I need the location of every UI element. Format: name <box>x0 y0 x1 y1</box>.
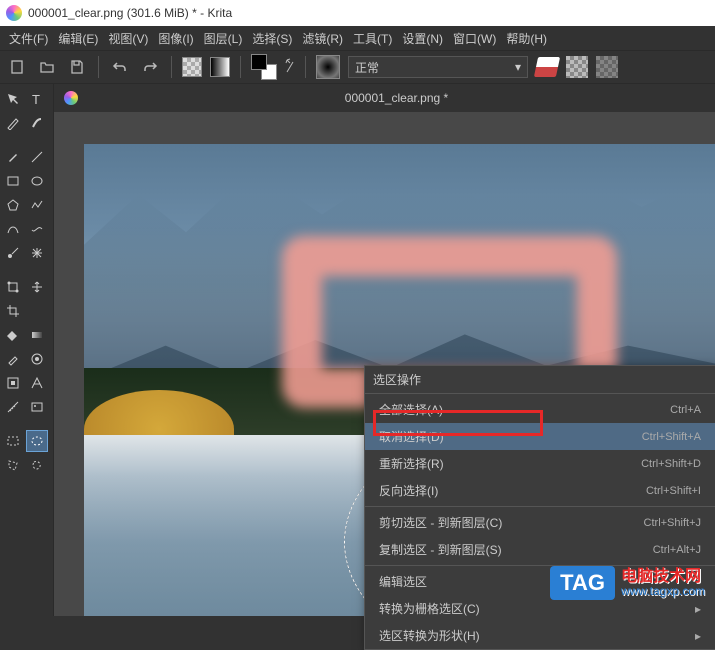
blend-mode-select[interactable]: 正常 ▾ <box>348 56 528 78</box>
gradient-swatch[interactable] <box>210 57 230 77</box>
eraser-toggle[interactable] <box>536 56 558 78</box>
main-toolbar: 正常 ▾ <box>0 50 715 84</box>
krita-logo-icon <box>6 5 22 21</box>
measure-tool[interactable] <box>2 396 24 418</box>
menu-window[interactable]: 窗口(W) <box>448 28 501 49</box>
text-tool[interactable]: T <box>26 88 48 110</box>
menu-reselect[interactable]: 重新选择(R)Ctrl+Shift+D <box>365 450 715 477</box>
bezier-tool[interactable] <box>2 218 24 240</box>
line-tool[interactable] <box>26 146 48 168</box>
crop-tool[interactable] <box>2 300 24 322</box>
menu-select[interactable]: 选择(S) <box>247 28 297 49</box>
krita-logo-icon <box>64 91 78 105</box>
polygon-tool[interactable] <box>2 194 24 216</box>
swap-colors-icon[interactable] <box>285 58 295 76</box>
svg-text:T: T <box>32 92 40 106</box>
menu-cut-to-layer[interactable]: 剪切选区 - 到新图层(C)Ctrl+Shift+J <box>365 509 715 536</box>
document-tab[interactable]: 000001_clear.png * <box>88 91 705 105</box>
gradient-tool[interactable] <box>26 324 48 346</box>
watermark-url: www.tagxp.com <box>621 585 705 598</box>
new-file-button[interactable] <box>6 56 28 78</box>
color-swatch[interactable] <box>251 54 277 80</box>
move-tool[interactable] <box>2 88 24 110</box>
menu-edit[interactable]: 编辑(E) <box>53 28 103 49</box>
context-menu-title: 选区操作 <box>365 366 715 391</box>
rectangle-tool[interactable] <box>2 170 24 192</box>
document-tab-bar: 000001_clear.png * <box>54 84 715 112</box>
menu-help[interactable]: 帮助(H) <box>501 28 552 49</box>
polyline-tool[interactable] <box>26 194 48 216</box>
window-title: 000001_clear.png (301.6 MiB) * - Krita <box>28 6 232 20</box>
menu-invert-selection[interactable]: 反向选择(I)Ctrl+Shift+I <box>365 477 715 504</box>
brush-preset[interactable] <box>316 55 340 79</box>
redo-button[interactable] <box>139 56 161 78</box>
pattern-swatch[interactable] <box>182 57 202 77</box>
reference-tool[interactable] <box>26 396 48 418</box>
menu-convert-shape[interactable]: 选区转换为形状(H) <box>365 622 715 649</box>
calligraphy-tool[interactable] <box>26 112 48 134</box>
menu-image[interactable]: 图像(I) <box>153 28 198 49</box>
rect-select-tool[interactable] <box>2 430 24 452</box>
smart-fill-tool[interactable] <box>2 372 24 394</box>
open-file-button[interactable] <box>36 56 58 78</box>
menu-filter[interactable]: 滤镜(R) <box>297 28 348 49</box>
alpha-lock-button[interactable] <box>566 56 588 78</box>
chevron-down-icon: ▾ <box>515 60 521 74</box>
watermark: TAG 电脑技术网 www.tagxp.com <box>550 566 705 600</box>
save-button[interactable] <box>66 56 88 78</box>
context-menu-selection: 选区操作 全部选择(A)Ctrl+A 取消选择(D)Ctrl+Shift+A 重… <box>364 365 715 650</box>
menu-file[interactable]: 文件(F) <box>4 28 53 49</box>
titlebar: 000001_clear.png (301.6 MiB) * - Krita <box>0 0 715 26</box>
menu-settings[interactable]: 设置(N) <box>397 28 448 49</box>
brush-tool[interactable] <box>2 146 24 168</box>
dynamic-brush-tool[interactable] <box>2 242 24 264</box>
freehand-path-tool[interactable] <box>26 218 48 240</box>
watermark-cn: 电脑技术网 <box>621 568 705 586</box>
move-layer-tool[interactable] <box>26 276 48 298</box>
color-picker-tool[interactable] <box>2 348 24 370</box>
mirror-button[interactable] <box>596 56 618 78</box>
ellipse-select-tool[interactable] <box>26 430 48 452</box>
menu-copy-to-layer[interactable]: 复制选区 - 到新图层(S)Ctrl+Alt+J <box>365 536 715 563</box>
watermark-tag: TAG <box>550 566 615 600</box>
fill-tool[interactable] <box>2 324 24 346</box>
menu-select-all[interactable]: 全部选择(A)Ctrl+A <box>365 396 715 423</box>
transform-tool[interactable] <box>2 276 24 298</box>
freehand-select-tool[interactable] <box>26 454 48 476</box>
toolbox: T <box>0 84 54 616</box>
polygonal-select-tool[interactable] <box>2 454 24 476</box>
menu-tools[interactable]: 工具(T) <box>348 28 397 49</box>
ellipse-tool[interactable] <box>26 170 48 192</box>
undo-button[interactable] <box>109 56 131 78</box>
assistant-tool[interactable] <box>26 372 48 394</box>
menu-view[interactable]: 视图(V) <box>103 28 153 49</box>
pattern-tool[interactable] <box>26 348 48 370</box>
menu-deselect[interactable]: 取消选择(D)Ctrl+Shift+A <box>365 423 715 450</box>
multibrush-tool[interactable] <box>26 242 48 264</box>
menubar: 文件(F) 编辑(E) 视图(V) 图像(I) 图层(L) 选择(S) 滤镜(R… <box>0 26 715 50</box>
menu-layer[interactable]: 图层(L) <box>199 28 248 49</box>
edit-shapes-tool[interactable] <box>2 112 24 134</box>
